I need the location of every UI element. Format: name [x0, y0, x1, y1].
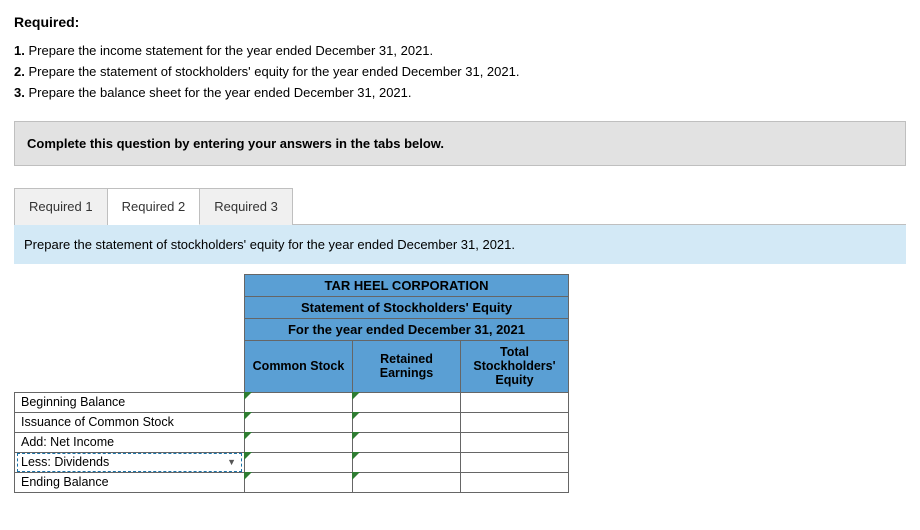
tab-required-2[interactable]: Required 2 [108, 188, 201, 225]
cell-input[interactable] [353, 432, 461, 452]
cell-input[interactable] [461, 412, 569, 432]
cell-input[interactable] [353, 392, 461, 412]
cell-input[interactable] [461, 472, 569, 492]
row-label[interactable]: Ending Balance [15, 472, 245, 492]
cell-input[interactable] [245, 412, 353, 432]
req-num: 2. [14, 64, 25, 79]
cell-input[interactable] [353, 472, 461, 492]
req-text: Prepare the statement of stockholders' e… [28, 64, 519, 79]
tab-panel: Prepare the statement of stockholders' e… [14, 224, 906, 264]
cell-input[interactable] [353, 452, 461, 472]
req-text: Prepare the balance sheet for the year e… [28, 85, 411, 100]
entry-marker-icon [244, 392, 252, 400]
req-num: 1. [14, 43, 25, 58]
worksheet-table: TAR HEEL CORPORATION Statement of Stockh… [14, 274, 569, 493]
tab-required-3[interactable]: Required 3 [200, 188, 293, 225]
chevron-down-icon: ▼ [227, 457, 236, 467]
col-header-retained-earnings: Retained Earnings [353, 340, 461, 392]
entry-marker-icon [244, 412, 252, 420]
entry-marker-icon [352, 412, 360, 420]
cell-input[interactable] [461, 392, 569, 412]
cell-input[interactable] [245, 472, 353, 492]
tab-strip: Required 1 Required 2 Required 3 [14, 188, 906, 225]
tab-required-1[interactable]: Required 1 [14, 188, 108, 225]
requirement-item: 1. Prepare the income statement for the … [14, 42, 906, 61]
required-header: Required: [14, 14, 906, 30]
entry-marker-icon [352, 392, 360, 400]
cell-input[interactable] [245, 392, 353, 412]
ws-title-1: TAR HEEL CORPORATION [245, 274, 569, 296]
entry-marker-icon [352, 452, 360, 460]
cell-input[interactable] [461, 452, 569, 472]
entry-marker-icon [352, 432, 360, 440]
req-text: Prepare the income statement for the yea… [28, 43, 433, 58]
instruction-bar: Complete this question by entering your … [14, 121, 906, 166]
row-label[interactable]: Add: Net Income [15, 432, 245, 452]
row-label[interactable]: Beginning Balance [15, 392, 245, 412]
req-num: 3. [14, 85, 25, 100]
entry-marker-icon [352, 472, 360, 480]
ws-title-3: For the year ended December 31, 2021 [245, 318, 569, 340]
col-header-total-equity: Total Stockholders' Equity [461, 340, 569, 392]
cell-input[interactable] [245, 452, 353, 472]
cell-input[interactable] [353, 412, 461, 432]
requirement-item: 3. Prepare the balance sheet for the yea… [14, 84, 906, 103]
cell-input[interactable] [461, 432, 569, 452]
entry-marker-icon [244, 432, 252, 440]
cell-input[interactable] [245, 432, 353, 452]
requirement-item: 2. Prepare the statement of stockholders… [14, 63, 906, 82]
col-header-common-stock: Common Stock [245, 340, 353, 392]
entry-marker-icon [244, 452, 252, 460]
row-label[interactable]: Issuance of Common Stock [15, 412, 245, 432]
ws-title-2: Statement of Stockholders' Equity [245, 296, 569, 318]
row-label-text: Less: Dividends [21, 455, 109, 469]
row-label-dropdown[interactable]: Less: Dividends ▼ [15, 452, 245, 472]
requirements-list: 1. Prepare the income statement for the … [14, 42, 906, 103]
entry-marker-icon [244, 472, 252, 480]
